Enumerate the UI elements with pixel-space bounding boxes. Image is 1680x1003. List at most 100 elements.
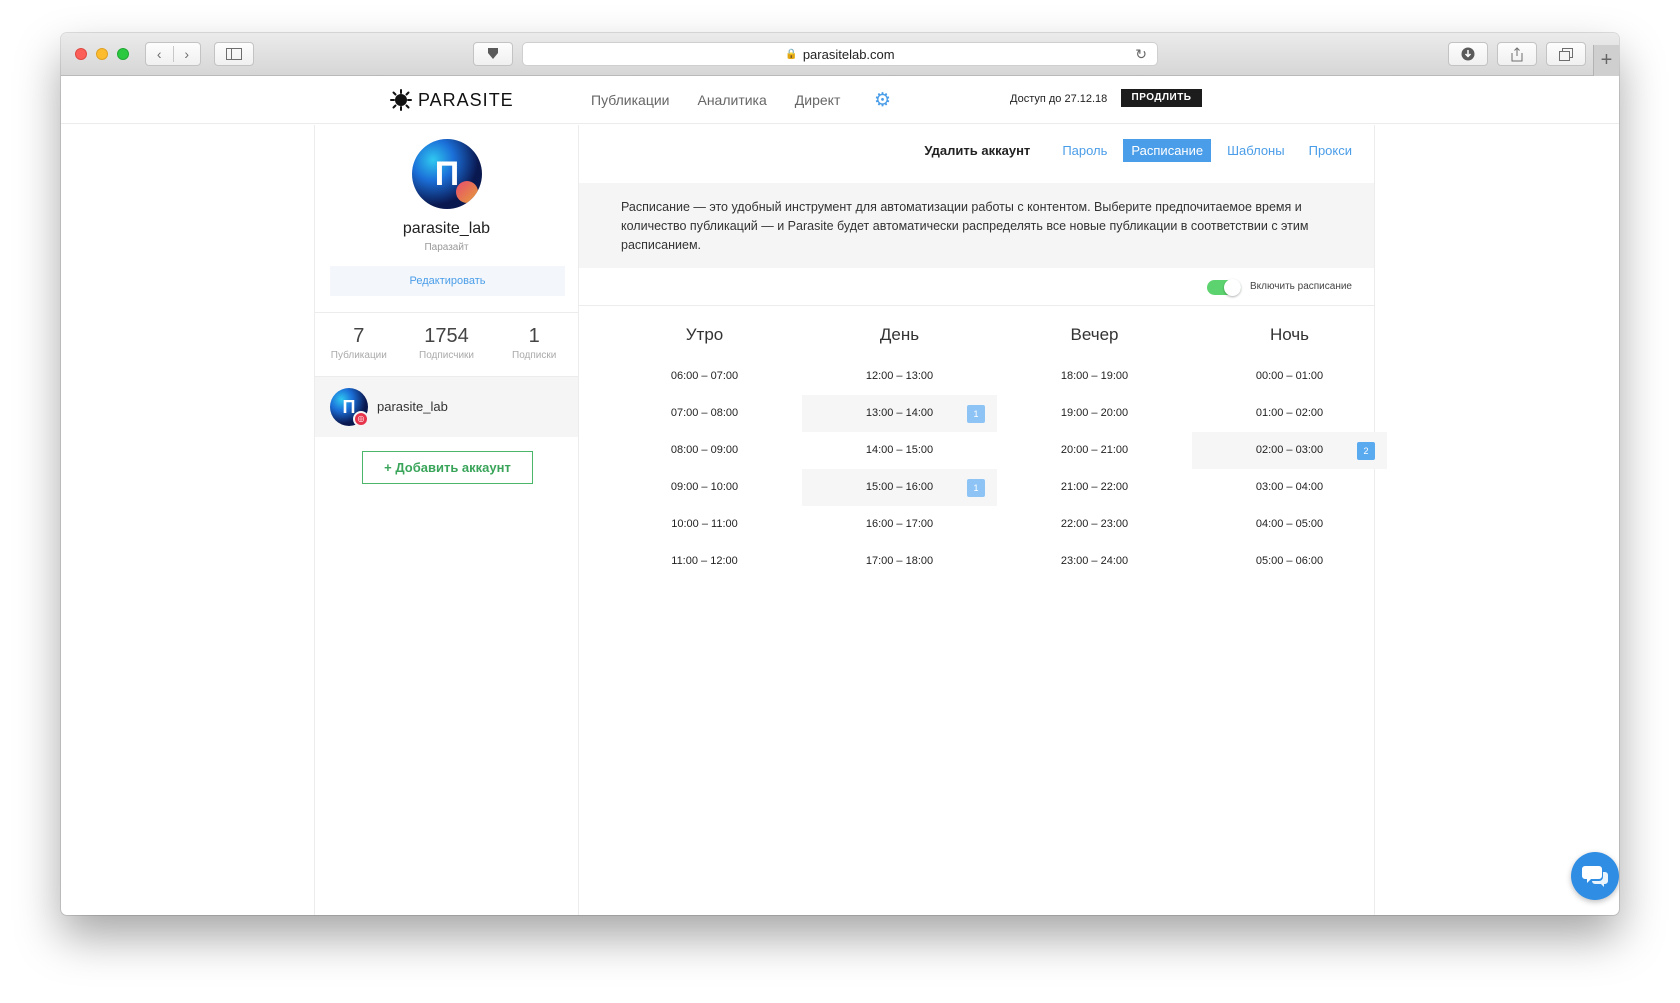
schedule-slot[interactable]: 21:00 – 22:00 [997, 469, 1192, 506]
schedule-slot[interactable]: 10:00 – 11:00 [607, 506, 802, 543]
app-header: PARASITE Публикации Аналитика Директ ⚙ Д… [61, 76, 1619, 124]
schedule-column-title: Вечер [1070, 325, 1119, 344]
pocket-button[interactable] [473, 42, 513, 66]
schedule-slot[interactable]: 17:00 – 18:00 [802, 543, 997, 580]
tab-password[interactable]: Пароль [1054, 139, 1115, 162]
renew-button[interactable]: ПРОДЛИТЬ [1121, 89, 1202, 107]
schedule-slot[interactable]: 18:00 – 19:00 [997, 358, 1192, 395]
slot-time: 21:00 – 22:00 [1060, 481, 1129, 493]
schedule-column-title: Утро [685, 325, 724, 344]
add-account-button[interactable]: + Добавить аккаунт [362, 451, 533, 484]
logo-text: PARASITE [418, 89, 514, 110]
forward-icon[interactable]: › [174, 46, 201, 62]
stat-value: 1 [528, 325, 540, 347]
stat-value: 7 [353, 325, 365, 347]
schedule-column: Утро 06:00 – 07:00 07:00 – 08:00 08:00 – 09… [607, 310, 802, 580]
slot-time: 02:00 – 03:00 [1255, 444, 1324, 456]
downloads-button[interactable] [1448, 42, 1488, 66]
edit-profile-button[interactable]: Редактировать [330, 266, 565, 296]
schedule-slot[interactable]: 01:00 – 02:00 [1192, 395, 1387, 432]
tab-templates[interactable]: Шаблоны [1219, 139, 1293, 162]
schedule-grid: Утро 06:00 – 07:00 07:00 – 08:00 08:00 – 09… [607, 310, 1387, 580]
delete-account-button[interactable]: Удалить аккаунт [916, 139, 1038, 162]
schedule-slot[interactable]: 09:00 – 10:00 [607, 469, 802, 506]
slot-count-badge: 1 [967, 405, 985, 423]
share-button[interactable] [1497, 42, 1537, 66]
schedule-slot[interactable]: 14:00 – 15:00 [802, 432, 997, 469]
nav-direct[interactable]: Директ [795, 92, 841, 108]
schedule-slot[interactable]: 04:00 – 05:00 [1192, 506, 1387, 543]
reload-icon[interactable]: ↻ [1135, 46, 1147, 63]
schedule-slot[interactable]: 11:00 – 12:00 [607, 543, 802, 580]
schedule-slot[interactable]: 07:00 – 08:00 [607, 395, 802, 432]
download-icon [1461, 47, 1475, 61]
schedule-slot[interactable]: 12:00 – 13:00 [802, 358, 997, 395]
slot-count-badge: 2 [1357, 442, 1375, 460]
schedule-slot[interactable]: 06:00 – 07:00 [607, 358, 802, 395]
schedule-slot[interactable]: 19:00 – 20:00 [997, 395, 1192, 432]
stat-label: Подписчики [419, 350, 475, 361]
slot-time: 13:00 – 14:00 [865, 407, 934, 419]
slot-time: 19:00 – 20:00 [1060, 407, 1129, 419]
slot-time: 07:00 – 08:00 [670, 407, 739, 419]
show-tabs-button[interactable] [1546, 42, 1586, 66]
slot-time: 22:00 – 23:00 [1060, 518, 1129, 530]
slot-time: 08:00 – 09:00 [670, 444, 739, 456]
account-list-item[interactable]: П ◎ parasite_lab [315, 377, 578, 437]
schedule-column: Вечер 18:00 – 19:00 19:00 – 20:00 20:00 – 2… [997, 310, 1192, 580]
url-text: parasitelab.com [802, 46, 895, 62]
sidebar-icon [226, 48, 242, 60]
chat-button[interactable] [1571, 852, 1619, 900]
parasite-logo-icon [390, 89, 412, 111]
tabs-icon [1559, 47, 1573, 61]
logo[interactable]: PARASITE [390, 89, 514, 111]
schedule-slot[interactable]: 20:00 – 21:00 [997, 432, 1192, 469]
tab-proxy[interactable]: Прокси [1301, 139, 1360, 162]
nav-analytics[interactable]: Аналитика [697, 92, 766, 108]
lock-icon: 🔒 [785, 48, 798, 60]
browser-window: ‹ › 🔒 parasitelab.com ↻ + PARASITE Публи… [61, 33, 1619, 915]
slot-time: 10:00 – 11:00 [671, 518, 738, 530]
slot-count-badge: 1 [967, 479, 985, 497]
back-icon[interactable]: ‹ [146, 46, 174, 62]
schedule-slot[interactable]: 15:00 – 16:00 1 [802, 469, 997, 506]
slot-time: 15:00 – 16:00 [865, 481, 934, 493]
stat-label: Подписки [512, 350, 557, 361]
schedule-slot[interactable]: 02:00 – 03:00 2 [1192, 432, 1387, 469]
settings-gear-icon[interactable]: ⚙ [874, 89, 891, 112]
nav-publications[interactable]: Публикации [591, 92, 669, 108]
share-icon [1511, 46, 1523, 61]
profile-name: parasite_lab [402, 220, 491, 237]
zoom-window-button[interactable] [117, 48, 129, 60]
chat-icon [1582, 866, 1608, 887]
close-window-button[interactable] [75, 48, 87, 60]
settings-panel: Удалить аккаунт Пароль Расписание Шаблон… [579, 125, 1387, 915]
new-tab-icon[interactable]: + [1593, 45, 1619, 76]
schedule-slot[interactable]: 16:00 – 17:00 [802, 506, 997, 543]
slot-time: 20:00 – 21:00 [1060, 444, 1129, 456]
schedule-slot[interactable]: 23:00 – 24:00 [997, 543, 1192, 580]
schedule-slot[interactable]: 22:00 – 23:00 [997, 506, 1192, 543]
profile-subtitle: Паразайт [424, 242, 469, 253]
slot-time: 17:00 – 18:00 [865, 555, 934, 567]
tab-schedule[interactable]: Расписание [1123, 139, 1212, 162]
minimize-window-button[interactable] [96, 48, 108, 60]
access-until: Доступ до 27.12.18 [1010, 93, 1108, 105]
avatar-letter: П [434, 154, 460, 193]
slot-time: 11:00 – 12:00 [671, 555, 738, 567]
schedule-slot[interactable]: 13:00 – 14:00 1 [802, 395, 997, 432]
profile-avatar: П [412, 139, 482, 209]
stat-followers: 1754 Подписчики [403, 313, 491, 376]
slot-time: 01:00 – 02:00 [1255, 407, 1324, 419]
schedule-slot[interactable]: 03:00 – 04:00 [1192, 469, 1387, 506]
slot-time: 04:00 – 05:00 [1255, 518, 1324, 530]
schedule-slot[interactable]: 00:00 – 01:00 [1192, 358, 1387, 395]
address-bar[interactable]: 🔒 parasitelab.com ↻ [522, 42, 1158, 66]
schedule-toggle[interactable] [1207, 279, 1241, 296]
sidebar-toggle-button[interactable] [214, 42, 254, 66]
schedule-slot[interactable]: 08:00 – 09:00 [607, 432, 802, 469]
stat-publications: 7 Публикации [315, 313, 403, 376]
profile-stats: 7 Публикации 1754 Подписчики 1 Подписки [315, 312, 578, 377]
toggle-row: Включить расписание [579, 268, 1374, 306]
schedule-slot[interactable]: 05:00 – 06:00 [1192, 543, 1387, 580]
